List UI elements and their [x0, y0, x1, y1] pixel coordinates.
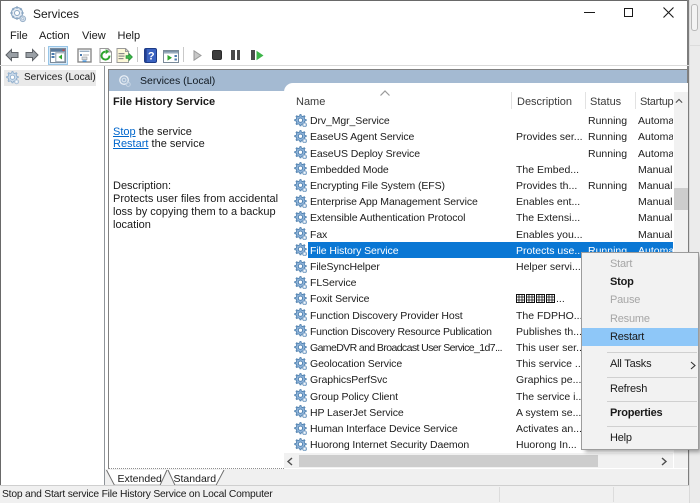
- svg-text:Standard: Standard: [174, 473, 217, 485]
- svg-text:?: ?: [148, 50, 155, 62]
- svg-text:Extended: Extended: [118, 473, 163, 485]
